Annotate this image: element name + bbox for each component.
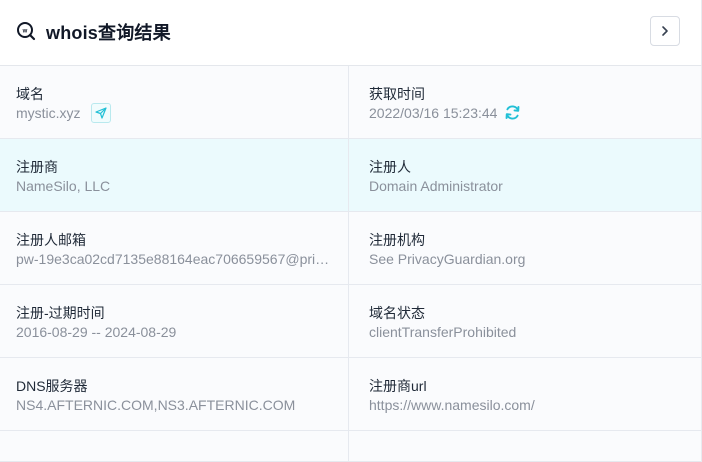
registrar-cell: 注册商 NameSilo, LLC xyxy=(0,139,349,211)
registrar-url-cell: 注册商url https://www.namesilo.com/ xyxy=(349,358,701,430)
chevron-right-icon xyxy=(662,26,668,36)
registrant-cell: 注册人 Domain Administrator xyxy=(349,139,701,211)
whois-result-card: w whois查询结果 域名 mystic.xyz 获取时间 2022/03/1… xyxy=(0,0,702,462)
domain-label: 域名 xyxy=(16,86,44,102)
reg-expire-label: 注册-过期时间 xyxy=(16,305,105,321)
fetch-time-value: 2022/03/16 15:23:44 xyxy=(369,105,498,121)
info-row-dates: 注册-过期时间 2016-08-29 -- 2024-08-29 域名状态 cl… xyxy=(0,285,701,358)
registrant-email-value: pw-19e3ca02cd7135e88164eac706659567@priv… xyxy=(16,251,331,267)
page-title: whois查询结果 xyxy=(46,23,171,43)
domain-cell: 域名 mystic.xyz xyxy=(0,66,349,138)
info-row-domain: 域名 mystic.xyz 获取时间 2022/03/16 15:23:44 xyxy=(0,66,701,139)
fetch-time-cell: 获取时间 2022/03/16 15:23:44 xyxy=(349,66,701,138)
registrant-value: Domain Administrator xyxy=(369,178,503,194)
dns-server-cell: DNS服务器 NS4.AFTERNIC.COM,NS3.AFTERNIC.COM xyxy=(0,358,349,430)
visit-domain-button[interactable] xyxy=(91,103,111,123)
registrar-url-label: 注册商url xyxy=(369,378,427,394)
domain-status-label: 域名状态 xyxy=(369,305,425,321)
registrant-org-cell: 注册机构 See PrivacyGuardian.org xyxy=(349,212,701,284)
registrant-email-cell: 注册人邮箱 pw-19e3ca02cd7135e88164eac70665956… xyxy=(0,212,349,284)
whois-search-icon: w xyxy=(17,22,36,41)
dns-server-value: NS4.AFTERNIC.COM,NS3.AFTERNIC.COM xyxy=(16,397,296,413)
registrar-value: NameSilo, LLC xyxy=(16,178,111,194)
svg-text:w: w xyxy=(22,28,28,34)
next-button[interactable] xyxy=(650,16,680,46)
registrant-label: 注册人 xyxy=(369,159,411,175)
info-row-registrar: 注册商 NameSilo, LLC 注册人 Domain Administrat… xyxy=(0,139,701,212)
send-icon xyxy=(95,107,107,119)
reg-expire-cell: 注册-过期时间 2016-08-29 -- 2024-08-29 xyxy=(0,285,349,357)
info-row-email: 注册人邮箱 pw-19e3ca02cd7135e88164eac70665956… xyxy=(0,212,701,285)
domain-status-value: clientTransferProhibited xyxy=(369,324,517,340)
reg-expire-value: 2016-08-29 -- 2024-08-29 xyxy=(16,324,177,340)
registrant-email-label: 注册人邮箱 xyxy=(16,232,86,248)
registrant-org-value: See PrivacyGuardian.org xyxy=(369,251,526,267)
card-header: w whois查询结果 xyxy=(0,0,702,66)
dns-server-label: DNS服务器 xyxy=(16,378,88,394)
domain-value[interactable]: mystic.xyz xyxy=(16,105,81,121)
empty-cell xyxy=(0,431,349,461)
info-row-dns: DNS服务器 NS4.AFTERNIC.COM,NS3.AFTERNIC.COM… xyxy=(0,358,701,431)
empty-row xyxy=(0,431,701,462)
registrar-label: 注册商 xyxy=(16,159,58,175)
registrant-org-label: 注册机构 xyxy=(369,232,425,248)
registrar-url-value[interactable]: https://www.namesilo.com/ xyxy=(369,397,535,413)
domain-status-cell: 域名状态 clientTransferProhibited xyxy=(349,285,701,357)
fetch-time-label: 获取时间 xyxy=(369,86,425,102)
refresh-icon[interactable] xyxy=(504,104,521,121)
whois-info-grid: 域名 mystic.xyz 获取时间 2022/03/16 15:23:44 注… xyxy=(0,66,701,462)
